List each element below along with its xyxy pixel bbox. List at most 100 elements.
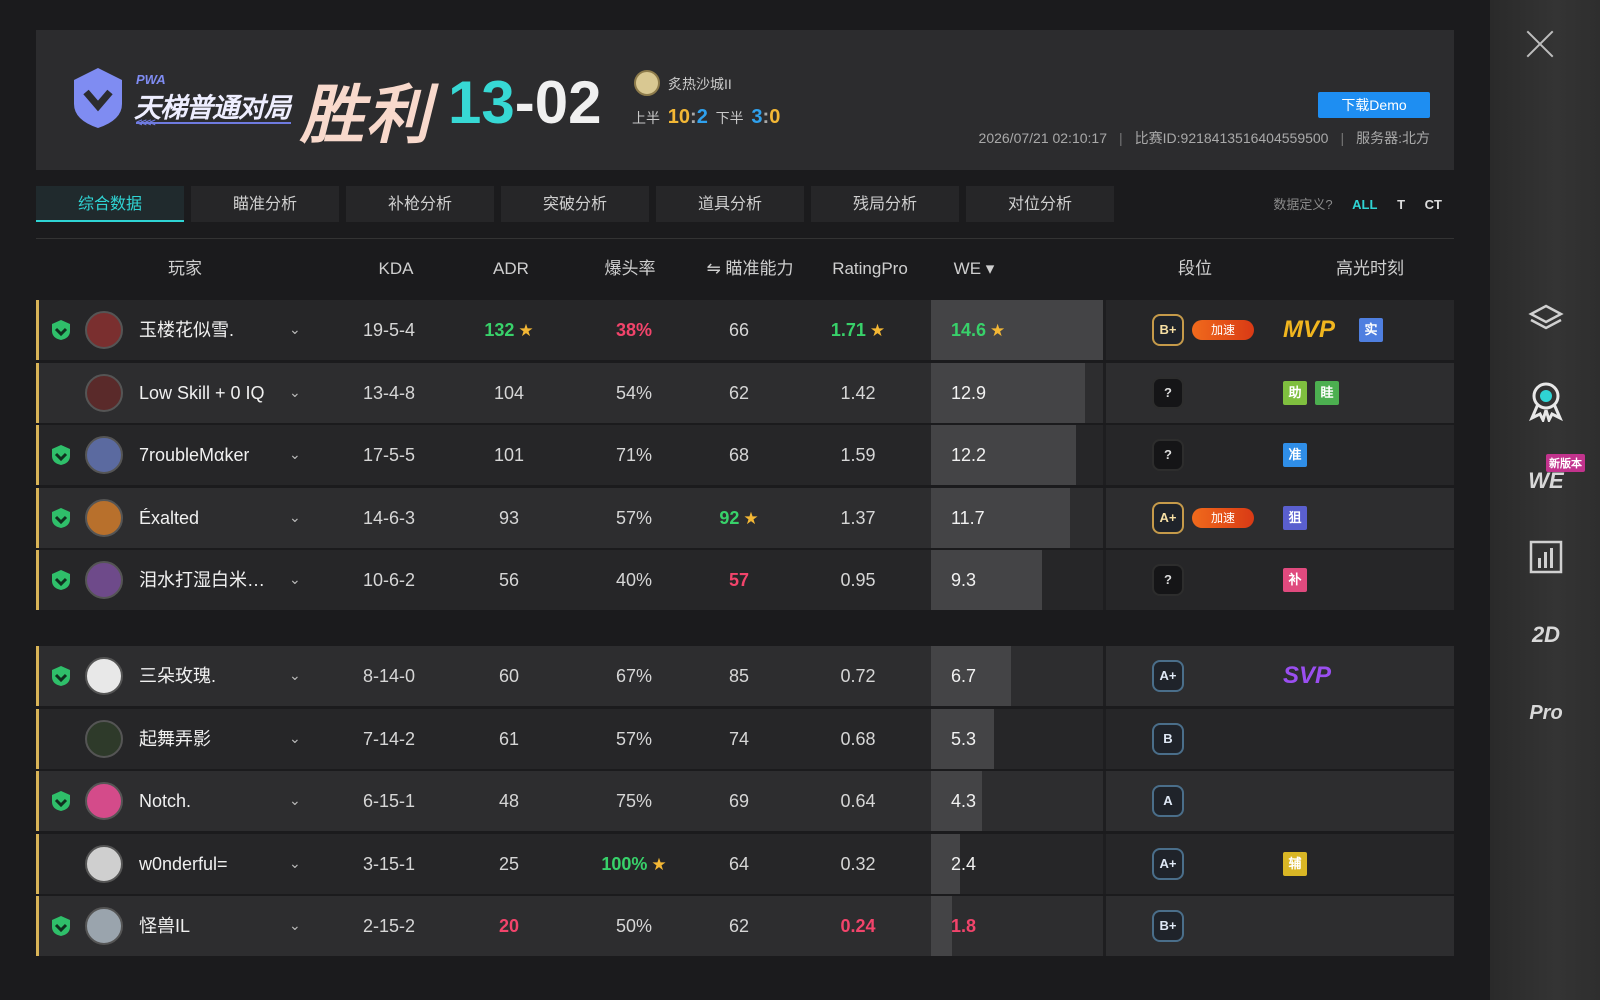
rank-badge-icon[interactable]: A+: [1152, 501, 1184, 534]
download-demo-button[interactable]: 下载Demo: [1318, 92, 1430, 118]
pro-item[interactable]: Pro: [1518, 690, 1574, 736]
close-icon[interactable]: [1525, 28, 1555, 58]
highlight-tag[interactable]: 准: [1283, 443, 1307, 468]
rank-badge-icon[interactable]: A+: [1152, 660, 1184, 692]
highlight-tag[interactable]: 助: [1283, 380, 1307, 405]
rank-badge-icon[interactable]: B+: [1152, 910, 1184, 943]
col-kda[interactable]: KDA: [356, 252, 436, 286]
player-row[interactable]: w0nderful= ⌄ 3-15-1 25 100% ★ 64 0.32 2.4 A+ 辅: [36, 833, 1454, 894]
tab-clutch[interactable]: 残局分析: [811, 186, 959, 222]
headshot-value: 100%: [601, 853, 648, 874]
rank-value: B+: [1159, 918, 1177, 934]
avatar[interactable]: [85, 498, 123, 537]
we-cell: 6.7: [951, 646, 976, 706]
player-row[interactable]: 泪水打湿白米饭... ⌄ 10-6-2 56 40% 57 0.95 9.3? 补: [36, 550, 1454, 611]
adr-cell: 132 ★: [469, 300, 549, 360]
chevron-down-icon[interactable]: ⌄: [289, 363, 301, 423]
player-row[interactable]: 怪兽IL ⌄ 2-15-2 20 50% 62 0.24 1.8 B+: [36, 896, 1454, 957]
verified-shield-icon: [51, 507, 71, 529]
highlight-tag[interactable]: 眭: [1315, 380, 1339, 405]
avatar[interactable]: [85, 844, 123, 883]
chevron-down-icon[interactable]: ⌄: [289, 550, 301, 610]
avatar[interactable]: [85, 373, 123, 412]
filter-ct[interactable]: CT: [1425, 197, 1442, 212]
player-name[interactable]: 起舞弄影: [139, 709, 211, 769]
filter-all[interactable]: ALL: [1352, 197, 1377, 212]
player-name[interactable]: Low Skill + 0 IQ: [139, 363, 265, 423]
player-name[interactable]: 玉楼花似雪.: [139, 300, 234, 360]
score-right: 02: [534, 69, 602, 136]
rank-badge-icon[interactable]: A: [1152, 785, 1184, 818]
avatar[interactable]: [85, 561, 123, 600]
data-definition-link[interactable]: 数据定义?: [1273, 197, 1332, 212]
stats-chart-icon[interactable]: [1518, 534, 1574, 580]
tab-aim[interactable]: 瞄准分析: [191, 186, 339, 222]
avatar[interactable]: [85, 782, 123, 821]
highlight-tag[interactable]: 狙: [1283, 505, 1307, 530]
adr-cell: 48: [469, 771, 549, 831]
player-name[interactable]: 泪水打湿白米饭...: [139, 550, 279, 610]
avatar[interactable]: [85, 657, 123, 695]
chevron-down-icon[interactable]: ⌄: [289, 771, 301, 831]
column-divider: [1103, 550, 1106, 611]
chevron-down-icon[interactable]: ⌄: [289, 834, 301, 894]
tab-utility[interactable]: 道具分析: [656, 186, 804, 222]
chevron-down-icon[interactable]: ⌄: [289, 488, 301, 548]
player-row[interactable]: 三朵玫瑰. ⌄ 8-14-0 60 67% 85 0.72 6.7 A+ SVP: [36, 646, 1454, 706]
verified-shield-icon: [51, 569, 71, 591]
headshot-cell: 57%: [579, 488, 689, 548]
col-adr[interactable]: ADR: [476, 252, 546, 286]
col-headshot[interactable]: 爆头率: [590, 252, 670, 286]
player-name[interactable]: 7roubleMαker: [139, 425, 249, 485]
player-row[interactable]: Low Skill + 0 IQ ⌄ 13-4-8 104 54% 62 1.42 12.9?…: [36, 362, 1454, 423]
kda-value: 10-6-2: [362, 570, 416, 591]
filter-t[interactable]: T: [1397, 197, 1405, 212]
2d-replay-item[interactable]: 2D: [1518, 612, 1574, 658]
rank-badge-icon[interactable]: B: [1152, 722, 1184, 755]
player-row[interactable]: Notch. ⌄ 6-15-1 48 75% 69 0.64 4.3 A: [36, 771, 1454, 832]
rank-badge-icon[interactable]: ?: [1152, 439, 1184, 472]
player-name[interactable]: Éxalted: [139, 488, 199, 548]
player-name[interactable]: w0nderful=: [139, 834, 228, 894]
we-rail-item[interactable]: WE 新版本: [1518, 454, 1585, 504]
chevron-down-icon[interactable]: ⌄: [289, 896, 301, 956]
rank-badge-icon[interactable]: ?: [1152, 376, 1184, 409]
avatar[interactable]: [85, 907, 123, 946]
rank-value: ?: [1164, 384, 1172, 400]
chevron-down-icon[interactable]: ⌄: [289, 646, 301, 706]
player-row[interactable]: Éxalted ⌄ 14-6-3 93 57% 92 ★ 1.37 11.7 A+ 加速 狙: [36, 487, 1454, 548]
player-name[interactable]: Notch.: [139, 771, 191, 831]
headshot-cell: 57%: [579, 709, 689, 769]
highlight-tag[interactable]: 辅: [1283, 851, 1307, 876]
column-divider: [1103, 487, 1106, 548]
award-icon[interactable]: [1518, 378, 1574, 424]
player-row[interactable]: 玉楼花似雪. ⌄ 19-5-4 132 ★ 38% 66 1.71 ★ 14.6 ★ B+ 加速 MVP 实: [36, 300, 1454, 360]
avatar[interactable]: [85, 311, 123, 349]
col-aim[interactable]: ⇋ 瞄准能力: [700, 252, 800, 286]
chevron-down-icon[interactable]: ⌄: [289, 300, 301, 360]
avatar[interactable]: [85, 719, 123, 758]
player-name[interactable]: 三朵玫瑰.: [139, 646, 216, 706]
layers-icon[interactable]: [1518, 296, 1574, 342]
rank-badge-icon[interactable]: A+: [1152, 847, 1184, 880]
player-row[interactable]: 起舞弄影 ⌄ 7-14-2 61 57% 74 0.68 5.3 B: [36, 708, 1454, 769]
rating-value: 1.42: [840, 382, 876, 403]
tab-overview[interactable]: 综合数据: [36, 186, 184, 222]
player-row[interactable]: 7roubleMαker ⌄ 17-5-5 101 71% 68 1.59 12.2? 准: [36, 425, 1454, 486]
col-rating[interactable]: RatingPro: [822, 252, 918, 286]
tab-entry[interactable]: 突破分析: [501, 186, 649, 222]
chevron-down-icon[interactable]: ⌄: [289, 425, 301, 485]
chevron-down-icon[interactable]: ⌄: [289, 709, 301, 769]
player-name[interactable]: 怪兽IL: [139, 896, 190, 956]
column-divider: [1103, 362, 1106, 423]
tab-trade[interactable]: 补枪分析: [346, 186, 494, 222]
col-we[interactable]: WE ▾: [944, 252, 1004, 286]
highlight-tag[interactable]: 实: [1359, 318, 1383, 342]
tab-duel[interactable]: 对位分析: [966, 186, 1114, 222]
col-highlight: 高光时刻: [1336, 259, 1404, 278]
rank-badge-icon[interactable]: B+: [1152, 314, 1184, 346]
highlight-tag[interactable]: 补: [1283, 568, 1307, 593]
avatar[interactable]: [85, 436, 123, 475]
we-cell: 2.4: [951, 834, 976, 894]
rank-badge-icon[interactable]: ?: [1152, 564, 1184, 597]
